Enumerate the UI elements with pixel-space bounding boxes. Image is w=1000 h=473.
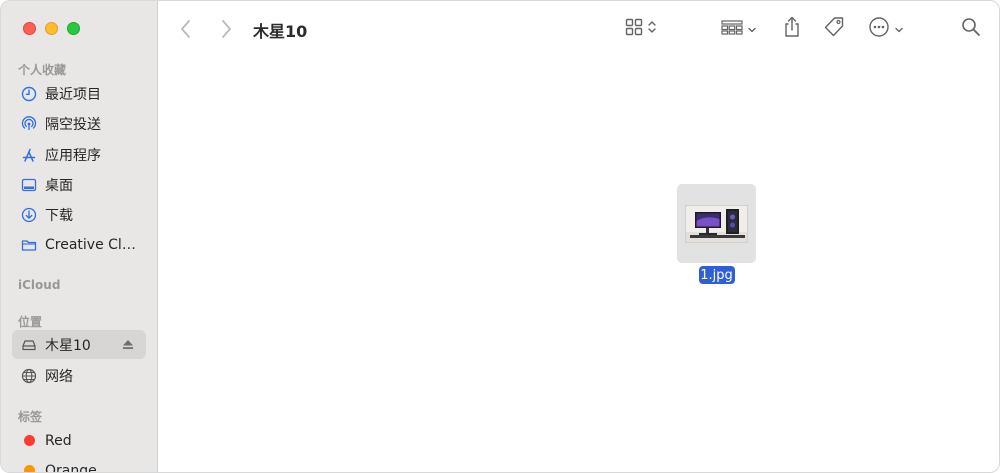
network-icon (20, 367, 38, 385)
file-browser-area[interactable]: 1.jpg (159, 57, 999, 472)
sidebar-item-airdrop[interactable]: 隔空投送 (12, 109, 146, 138)
sidebar-item-applications[interactable]: 应用程序 (12, 140, 146, 169)
chevron-down-icon (747, 20, 757, 39)
section-title-tags: 标签 (18, 410, 43, 424)
toolbar: 木星10 (159, 1, 999, 57)
group-icon (721, 18, 743, 40)
more-actions-button[interactable] (868, 15, 904, 43)
section-title-locations: 位置 (18, 315, 43, 329)
sidebar-item-label: Orange (45, 462, 97, 473)
group-button[interactable] (721, 15, 757, 43)
chevron-updown-icon (647, 19, 657, 39)
download-icon (20, 206, 38, 224)
search-button[interactable] (961, 15, 981, 43)
sidebar-item-label: 木星10 (45, 337, 91, 354)
sidebar-item-tag-orange[interactable]: Orange (12, 456, 146, 473)
finder-window: 个人收藏 最近项目 隔空投送 应用程序 桌面 下载 Creative Clo..… (0, 0, 1000, 473)
search-icon (961, 17, 981, 41)
sidebar-item-label: Creative Clo... (45, 236, 141, 253)
sidebar-item-jupiter10[interactable]: 木星10 (12, 330, 146, 359)
desktop-icon (20, 176, 38, 194)
folder-icon (20, 236, 38, 254)
airdrop-icon (20, 115, 38, 133)
drive-icon (20, 336, 38, 354)
tag-icon (823, 16, 845, 42)
sidebar-item-label: Red (45, 432, 72, 449)
file-item[interactable]: 1.jpg (677, 184, 756, 284)
clock-icon (20, 85, 38, 103)
sidebar-item-recents[interactable]: 最近项目 (12, 79, 146, 108)
applications-icon (20, 146, 38, 164)
sidebar-item-creative-cloud[interactable]: Creative Clo... (12, 230, 146, 259)
close-button[interactable] (23, 22, 36, 35)
eject-icon[interactable] (122, 338, 134, 354)
window-controls (23, 22, 80, 35)
zoom-button[interactable] (67, 22, 80, 35)
tag-button[interactable] (823, 15, 845, 43)
sidebar-item-network[interactable]: 网络 (12, 361, 146, 390)
sidebar-item-label: 网络 (45, 368, 73, 385)
orange-tag-dot (24, 465, 35, 472)
share-icon (782, 16, 802, 42)
window-title: 木星10 (253, 22, 308, 41)
file-name-label[interactable]: 1.jpg (698, 266, 735, 284)
section-title-favorites: 个人收藏 (18, 63, 67, 77)
file-thumbnail-highlight (677, 184, 756, 263)
grid-view-icon (625, 18, 643, 40)
sidebar-item-desktop[interactable]: 桌面 (12, 170, 146, 199)
sidebar-item-label: 最近项目 (45, 86, 101, 103)
sidebar-item-label: 下载 (45, 207, 73, 224)
more-icon (868, 16, 890, 42)
back-button[interactable] (179, 18, 193, 44)
sidebar: 个人收藏 最近项目 隔空投送 应用程序 桌面 下载 Creative Clo..… (1, 1, 158, 473)
section-title-icloud: iCloud (18, 278, 61, 292)
chevron-down-icon (894, 20, 904, 39)
sidebar-item-label: 隔空投送 (45, 116, 101, 133)
share-button[interactable] (782, 15, 802, 43)
view-mode-button[interactable] (625, 15, 657, 43)
image-thumbnail (685, 204, 748, 243)
minimize-button[interactable] (45, 22, 58, 35)
forward-button[interactable] (219, 18, 233, 44)
sidebar-item-tag-red[interactable]: Red (12, 426, 146, 455)
red-tag-dot (24, 435, 35, 446)
sidebar-item-label: 应用程序 (45, 147, 101, 164)
sidebar-item-downloads[interactable]: 下载 (12, 200, 146, 229)
sidebar-item-label: 桌面 (45, 177, 73, 194)
